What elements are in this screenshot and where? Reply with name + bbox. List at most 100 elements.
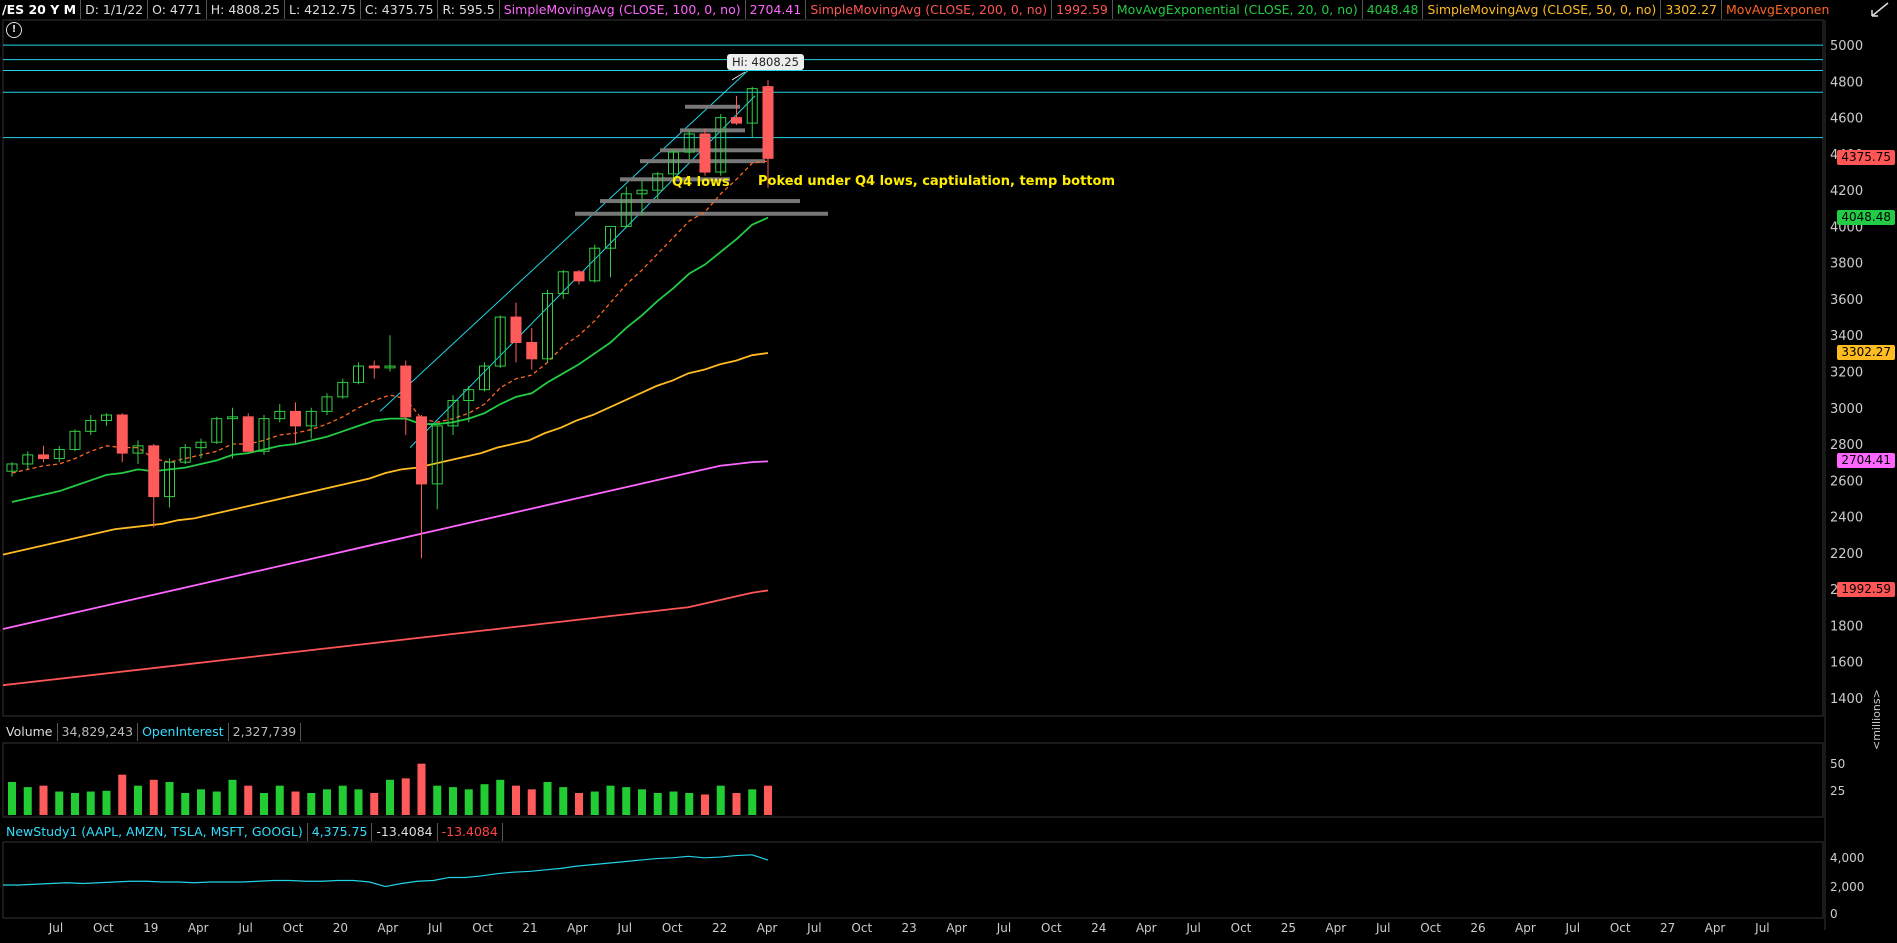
y-tick-11: 3600 xyxy=(1830,293,1863,308)
y-tick-9: 3200 xyxy=(1830,366,1863,381)
candle-body-25 xyxy=(400,365,412,418)
newstudy-label[interactable]: NewStudy1 (AAPL, AMZN, TSLA, MSFT, GOOGL… xyxy=(2,823,308,841)
volume-bar-12 xyxy=(197,789,205,815)
ma-line-4 xyxy=(2,589,769,687)
q4-lows-annotation[interactable]: Q4 lows xyxy=(672,175,730,190)
volume-bar-26 xyxy=(417,763,426,815)
volume-bar-25 xyxy=(401,778,410,815)
volume-bar-29 xyxy=(464,789,473,815)
newstudy-value-3: -13.4084 xyxy=(438,823,503,841)
price-tag-1: 4048.48 xyxy=(1837,209,1895,225)
chart-window: /ES 20 Y M D: 1/1/22 O: 4771 H: 4808.25 … xyxy=(0,0,1897,943)
x-tick-14: 22 xyxy=(712,921,727,935)
x-tick-31: Apr xyxy=(1515,921,1536,935)
volume-bar-35 xyxy=(559,787,568,815)
study-line xyxy=(3,854,769,888)
volume-bar-6 xyxy=(102,790,111,815)
y-tick-18: 5000 xyxy=(1830,39,1863,54)
candle-body-44 xyxy=(699,133,711,173)
candle-body-46 xyxy=(731,117,742,124)
x-tick-4: Jul xyxy=(237,921,252,935)
x-tick-36: Jul xyxy=(1754,921,1769,935)
price-chart[interactable]: 1400160018002000220024002600280030003200… xyxy=(0,0,1897,943)
x-tick-34: 27 xyxy=(1660,921,1675,935)
volume-bar-14 xyxy=(228,779,237,815)
volume-bar-7 xyxy=(118,774,127,815)
support-rail-0 xyxy=(685,104,740,109)
x-tick-10: 21 xyxy=(522,921,537,935)
x-tick-1: Oct xyxy=(93,921,114,935)
y-tick-10: 3400 xyxy=(1830,329,1863,344)
volume-label[interactable]: Volume xyxy=(2,723,58,741)
y-tick-16: 4600 xyxy=(1830,112,1863,127)
y-tick-14: 4200 xyxy=(1830,184,1863,199)
volume-bar-2 xyxy=(39,785,48,815)
volume-bar-34 xyxy=(543,782,552,815)
x-tick-33: Oct xyxy=(1610,921,1631,935)
newstudy-value-2: -13.4084 xyxy=(372,823,438,841)
newstudy-value: 4,375.75 xyxy=(308,823,373,841)
volume-bar-42 xyxy=(669,791,678,815)
comment-annotation[interactable]: Poked under Q4 lows, captiulation, temp … xyxy=(758,174,1115,189)
volume-bar-33 xyxy=(527,789,536,815)
candle-body-33 xyxy=(526,341,538,360)
volume-bar-41 xyxy=(653,793,662,815)
x-tick-22: 24 xyxy=(1091,921,1106,935)
volume-bar-28 xyxy=(449,787,457,815)
volume-bar-22 xyxy=(354,789,363,815)
volume-bar-11 xyxy=(181,793,190,815)
x-tick-5: Oct xyxy=(283,921,304,935)
y-tick-7: 2800 xyxy=(1830,438,1863,453)
x-tick-27: Apr xyxy=(1325,921,1346,935)
x-tick-2: 19 xyxy=(143,921,158,935)
volume-bar-0 xyxy=(8,782,16,815)
x-tick-13: Oct xyxy=(662,921,683,935)
x-tick-7: Apr xyxy=(377,921,398,935)
open-interest-label[interactable]: OpenInterest xyxy=(138,723,229,741)
y-tick-2: 1800 xyxy=(1830,619,1863,634)
x-tick-23: Apr xyxy=(1136,921,1157,935)
volume-bar-48 xyxy=(764,785,772,815)
volume-bar-43 xyxy=(685,793,694,815)
y-tick-4: 2200 xyxy=(1830,547,1863,562)
open-interest-value: 2,327,739 xyxy=(229,723,302,741)
x-tick-12: Jul xyxy=(617,921,632,935)
price-tag-4: 1992.59 xyxy=(1837,582,1895,598)
volume-bar-5 xyxy=(86,791,95,815)
x-tick-17: Oct xyxy=(851,921,872,935)
y-tick-0: 1400 xyxy=(1830,692,1863,707)
volume-bar-13 xyxy=(212,791,221,815)
ma-line-3 xyxy=(2,460,769,630)
y-tick-1: 1600 xyxy=(1830,656,1863,671)
volume-bar-30 xyxy=(480,784,489,815)
y-tick-8: 3000 xyxy=(1830,402,1863,417)
x-tick-18: 23 xyxy=(902,921,917,935)
x-tick-28: Jul xyxy=(1375,921,1390,935)
y-tick-12: 3800 xyxy=(1830,257,1863,272)
volume-bar-17 xyxy=(275,785,284,815)
x-tick-0: Jul xyxy=(48,921,63,935)
x-tick-21: Oct xyxy=(1041,921,1062,935)
volume-bar-23 xyxy=(370,793,379,815)
channel-upper-line xyxy=(379,66,753,412)
volume-bar-40 xyxy=(638,789,646,815)
x-tick-11: Apr xyxy=(567,921,588,935)
volume-bar-27 xyxy=(433,785,442,815)
candle-body-23 xyxy=(368,365,380,369)
study-y-tick-0: 4,000 xyxy=(1830,851,1864,865)
volume-bar-47 xyxy=(748,789,757,815)
x-tick-9: Oct xyxy=(472,921,493,935)
candle-body-32 xyxy=(510,316,522,343)
y-tick-17: 4800 xyxy=(1830,75,1863,90)
volume-value: 34,829,243 xyxy=(58,723,139,741)
candle-body-36 xyxy=(573,271,585,282)
x-tick-16: Jul xyxy=(806,921,821,935)
volume-bar-8 xyxy=(134,785,142,815)
volume-bar-16 xyxy=(260,793,268,815)
volume-bar-37 xyxy=(590,791,599,815)
volume-bar-38 xyxy=(606,785,615,815)
volume-bar-24 xyxy=(386,779,394,815)
volume-bar-21 xyxy=(338,785,347,815)
x-tick-29: Oct xyxy=(1420,921,1441,935)
volume-y-tick-0: 50 xyxy=(1830,757,1845,771)
